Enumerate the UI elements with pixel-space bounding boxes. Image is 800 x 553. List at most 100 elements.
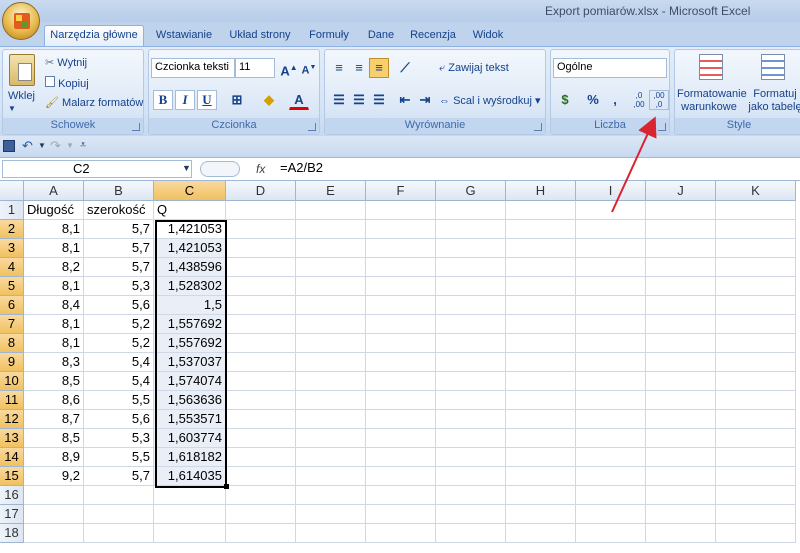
tab-review[interactable]: Recenzja bbox=[406, 26, 460, 46]
cell-h2[interactable] bbox=[506, 220, 576, 239]
cell-g17[interactable] bbox=[436, 505, 506, 524]
cell-d16[interactable] bbox=[226, 486, 296, 505]
cell-f11[interactable] bbox=[366, 391, 436, 410]
cell-e9[interactable] bbox=[296, 353, 366, 372]
cell-i9[interactable] bbox=[576, 353, 646, 372]
cell-g14[interactable] bbox=[436, 448, 506, 467]
cell-i17[interactable] bbox=[576, 505, 646, 524]
cell-a12[interactable]: 8,7 bbox=[24, 410, 84, 429]
cell-h14[interactable] bbox=[506, 448, 576, 467]
cell-k17[interactable] bbox=[716, 505, 796, 524]
cell-h11[interactable] bbox=[506, 391, 576, 410]
align-left-icon[interactable]: ☰ bbox=[329, 90, 349, 110]
cell-f1[interactable] bbox=[366, 201, 436, 220]
undo-dropdown-icon[interactable]: ▼ bbox=[38, 141, 46, 150]
cell-f14[interactable] bbox=[366, 448, 436, 467]
format-painter-button[interactable]: 🖌 Malarz formatów bbox=[45, 96, 143, 109]
cell-i5[interactable] bbox=[576, 277, 646, 296]
cell-f16[interactable] bbox=[366, 486, 436, 505]
cell-a13[interactable]: 8,5 bbox=[24, 429, 84, 448]
customize-toolbar-icon[interactable]: ⩡ bbox=[80, 139, 86, 152]
cell-b5[interactable]: 5,3 bbox=[84, 277, 154, 296]
row-header-17[interactable]: 17 bbox=[0, 505, 24, 524]
cut-button[interactable]: ✂ Wytnij bbox=[45, 56, 87, 69]
cell-c6[interactable]: 1,5 bbox=[154, 296, 226, 315]
cell-f3[interactable] bbox=[366, 239, 436, 258]
cell-i4[interactable] bbox=[576, 258, 646, 277]
conditional-formatting-button[interactable]: Formatowanie warunkowe bbox=[677, 88, 747, 114]
cell-j4[interactable] bbox=[646, 258, 716, 277]
cell-k10[interactable] bbox=[716, 372, 796, 391]
cell-k13[interactable] bbox=[716, 429, 796, 448]
cell-a10[interactable]: 8,5 bbox=[24, 372, 84, 391]
font-name-select[interactable]: Czcionka teksti bbox=[151, 58, 235, 78]
column-header-h[interactable]: H bbox=[506, 181, 576, 201]
cell-j16[interactable] bbox=[646, 486, 716, 505]
column-header-k[interactable]: K bbox=[716, 181, 796, 201]
formula-input[interactable]: =A2/B2 bbox=[280, 160, 323, 175]
cell-h1[interactable] bbox=[506, 201, 576, 220]
column-header-b[interactable]: B bbox=[84, 181, 154, 201]
row-header-9[interactable]: 9 bbox=[0, 353, 24, 372]
cell-h5[interactable] bbox=[506, 277, 576, 296]
cell-i15[interactable] bbox=[576, 467, 646, 486]
cell-i6[interactable] bbox=[576, 296, 646, 315]
cell-c9[interactable]: 1,537037 bbox=[154, 353, 226, 372]
dialog-launcher-icon[interactable] bbox=[534, 123, 542, 131]
cell-h8[interactable] bbox=[506, 334, 576, 353]
cell-i12[interactable] bbox=[576, 410, 646, 429]
shrink-font-icon[interactable]: A▼ bbox=[299, 58, 319, 78]
cell-g18[interactable] bbox=[436, 524, 506, 543]
tab-home[interactable]: Narzędzia główne bbox=[44, 25, 144, 47]
cell-j3[interactable] bbox=[646, 239, 716, 258]
row-header-13[interactable]: 13 bbox=[0, 429, 24, 448]
cell-d3[interactable] bbox=[226, 239, 296, 258]
column-header-i[interactable]: I bbox=[576, 181, 646, 201]
cell-d11[interactable] bbox=[226, 391, 296, 410]
cell-d2[interactable] bbox=[226, 220, 296, 239]
cell-h3[interactable] bbox=[506, 239, 576, 258]
cell-j13[interactable] bbox=[646, 429, 716, 448]
row-header-11[interactable]: 11 bbox=[0, 391, 24, 410]
cell-c16[interactable] bbox=[154, 486, 226, 505]
insert-function-icon[interactable]: fx bbox=[256, 162, 265, 176]
cell-a11[interactable]: 8,6 bbox=[24, 391, 84, 410]
name-box-dropdown-icon[interactable]: ▼ bbox=[182, 163, 191, 173]
row-header-18[interactable]: 18 bbox=[0, 524, 24, 543]
cell-j10[interactable] bbox=[646, 372, 716, 391]
redo-dropdown-icon[interactable]: ▼ bbox=[66, 141, 74, 150]
cell-d14[interactable] bbox=[226, 448, 296, 467]
cell-b9[interactable]: 5,4 bbox=[84, 353, 154, 372]
cell-j1[interactable] bbox=[646, 201, 716, 220]
font-size-select[interactable]: 11 bbox=[235, 58, 275, 78]
cell-k15[interactable] bbox=[716, 467, 796, 486]
cell-a7[interactable]: 8,1 bbox=[24, 315, 84, 334]
cell-d4[interactable] bbox=[226, 258, 296, 277]
cell-g1[interactable] bbox=[436, 201, 506, 220]
cell-k12[interactable] bbox=[716, 410, 796, 429]
cell-h7[interactable] bbox=[506, 315, 576, 334]
cell-d10[interactable] bbox=[226, 372, 296, 391]
cell-a2[interactable]: 8,1 bbox=[24, 220, 84, 239]
align-right-icon[interactable]: ☰ bbox=[369, 90, 389, 110]
cell-i7[interactable] bbox=[576, 315, 646, 334]
cell-d13[interactable] bbox=[226, 429, 296, 448]
cell-a5[interactable]: 8,1 bbox=[24, 277, 84, 296]
save-icon[interactable] bbox=[3, 140, 15, 152]
cell-g16[interactable] bbox=[436, 486, 506, 505]
cell-a3[interactable]: 8,1 bbox=[24, 239, 84, 258]
cell-d1[interactable] bbox=[226, 201, 296, 220]
tab-data[interactable]: Dane bbox=[362, 26, 400, 46]
increase-indent-icon[interactable]: ⇥ bbox=[415, 90, 435, 110]
cell-c2[interactable]: 1,421053 bbox=[154, 220, 226, 239]
cell-e4[interactable] bbox=[296, 258, 366, 277]
cell-c12[interactable]: 1,553571 bbox=[154, 410, 226, 429]
row-header-5[interactable]: 5 bbox=[0, 277, 24, 296]
underline-button[interactable]: U bbox=[197, 90, 217, 110]
cell-a18[interactable] bbox=[24, 524, 84, 543]
orientation-icon[interactable]: ⟋ bbox=[395, 58, 415, 78]
cell-f13[interactable] bbox=[366, 429, 436, 448]
column-header-j[interactable]: J bbox=[646, 181, 716, 201]
cell-k1[interactable] bbox=[716, 201, 796, 220]
cell-h13[interactable] bbox=[506, 429, 576, 448]
